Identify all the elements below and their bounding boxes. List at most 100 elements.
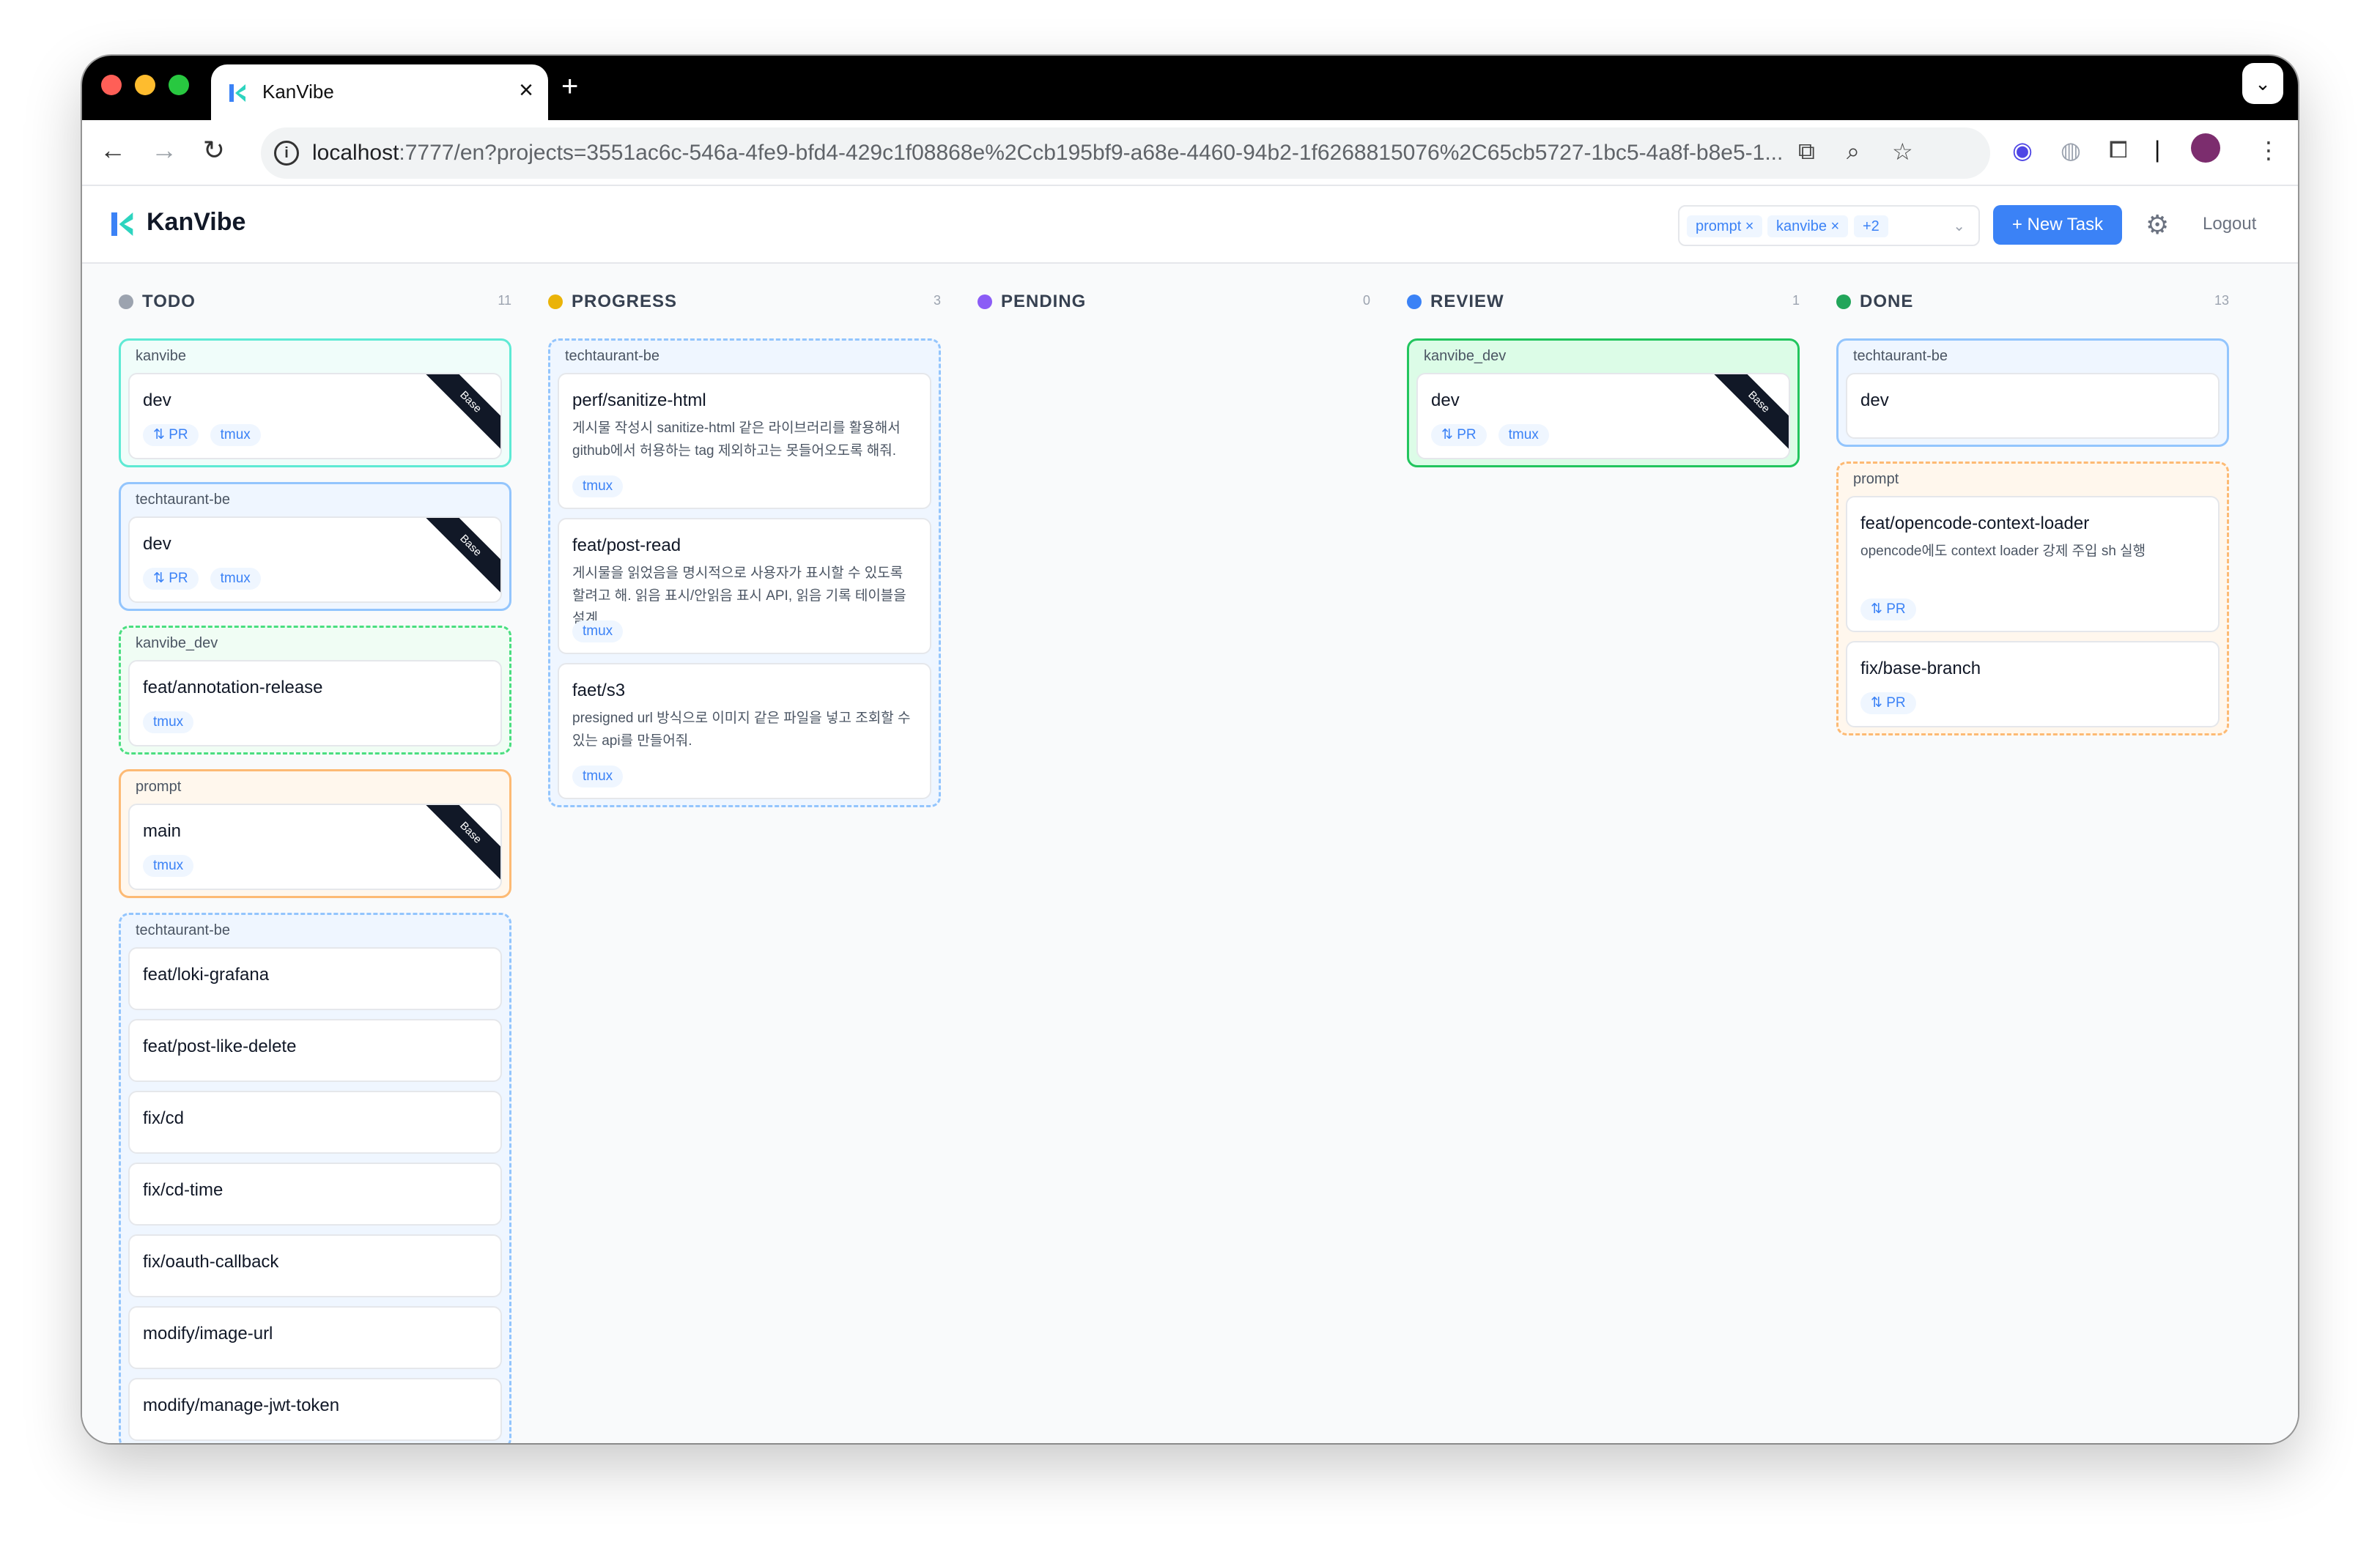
project-group-label: kanvibe_dev	[136, 635, 218, 651]
tmux-badge[interactable]: tmux	[143, 711, 194, 733]
git-pull-request-icon: ⇅	[1441, 427, 1457, 442]
task-card[interactable]: modify/image-url	[128, 1306, 502, 1369]
task-tags: tmux	[143, 711, 194, 733]
task-card[interactable]: dev ⇅ PR tmux Base	[1416, 373, 1790, 459]
gear-icon[interactable]: ⚙	[2146, 210, 2169, 240]
extension-globe-icon[interactable]: ◍	[2061, 136, 2081, 164]
browser-window: KanVibe × + ⌄ ← → ↻ i localhost:7777/en?…	[82, 56, 2298, 1443]
task-title: dev	[1431, 390, 1460, 410]
task-card[interactable]: feat/post-read 게시물을 읽었음을 명시적으로 사용자가 표시할 수…	[558, 518, 931, 654]
task-card[interactable]: dev ⇅ PR tmux Base	[128, 516, 502, 603]
filter-chip-kanvibe[interactable]: kanvibe ×	[1767, 215, 1849, 237]
tmux-badge[interactable]: tmux	[210, 568, 261, 590]
reload-icon[interactable]: ↻	[196, 135, 232, 166]
task-title: fix/cd-time	[143, 1180, 223, 1200]
task-title: modify/image-url	[143, 1324, 273, 1343]
column-header: DONE 13	[1836, 287, 2232, 316]
task-tags: ⇅ PR tmux	[143, 424, 261, 446]
address-bar[interactable]: i localhost:7777/en?projects=3551ac6c-54…	[261, 127, 1990, 179]
tag-label: tmux	[153, 714, 184, 730]
column-count: 13	[2214, 293, 2229, 308]
back-icon[interactable]: ←	[95, 135, 130, 166]
site-info-icon[interactable]: i	[274, 141, 299, 166]
zoom-icon[interactable]: ⌕	[1847, 138, 1860, 166]
kanvibe-app: KanVibe prompt × kanvibe × +2 ⌄ + New Ta…	[82, 186, 2298, 1443]
task-description: 게시물을 읽었음을 명시적으로 사용자가 표시할 수 있도록 할려고 해. 읽음…	[572, 566, 906, 626]
task-tags: tmux	[572, 620, 624, 642]
project-group: techtaurant-be dev	[1836, 338, 2229, 447]
column-done: DONE 13 techtaurant-be dev prompt feat/openco…	[1836, 264, 2232, 1443]
close-window-button[interactable]	[101, 75, 122, 95]
task-tags: ⇅ PR tmux	[1431, 424, 1549, 446]
tmux-badge[interactable]: tmux	[1498, 424, 1549, 446]
tmux-badge[interactable]: tmux	[572, 620, 624, 642]
git-pull-request-icon: ⇅	[153, 571, 169, 586]
maximize-window-button[interactable]	[169, 75, 189, 95]
task-card[interactable]: dev ⇅ PR tmux Base	[128, 373, 502, 459]
filter-chip-prompt[interactable]: prompt ×	[1687, 215, 1763, 237]
pr-badge[interactable]: ⇅ PR	[1860, 598, 1916, 620]
task-card[interactable]: fix/cd	[128, 1091, 502, 1154]
extensions-puzzle-icon[interactable]: ⧠	[2109, 136, 2128, 164]
task-description: 게시물 작성시 sanitize-html 같은 라이브러리를 활용해서 git…	[572, 420, 901, 459]
pr-badge[interactable]: ⇅ PR	[143, 568, 199, 590]
column-header: PROGRESS 3	[548, 287, 944, 316]
task-card[interactable]: feat/loki-grafana	[128, 947, 502, 1010]
chevron-down-icon[interactable]: ⌄	[1953, 217, 1965, 235]
forward-icon[interactable]: →	[147, 135, 182, 166]
pr-badge[interactable]: ⇅ PR	[143, 424, 199, 446]
tag-label: tmux	[220, 571, 251, 586]
task-card[interactable]: fix/cd-time	[128, 1163, 502, 1226]
task-tags: ⇅ PR	[1860, 692, 1916, 714]
tmux-badge[interactable]: tmux	[143, 855, 194, 877]
task-card[interactable]: feat/annotation-release tmux	[128, 660, 502, 746]
task-title: dev	[143, 534, 171, 554]
tab-title: KanVibe	[262, 81, 334, 103]
extension-eye-icon[interactable]: ◉	[2012, 136, 2033, 164]
task-card[interactable]: fix/oauth-callback	[128, 1234, 502, 1297]
project-group: kanvibe_dev feat/annotation-release tmux	[119, 626, 511, 755]
bookmark-star-icon[interactable]: ☆	[1892, 138, 1913, 166]
tag-label: PR	[169, 571, 188, 586]
close-tab-icon[interactable]: ×	[519, 76, 533, 105]
tab-search-chevron-icon[interactable]: ⌄	[2242, 63, 2283, 104]
browser-tab[interactable]: KanVibe ×	[211, 64, 548, 120]
task-card[interactable]: perf/sanitize-html 게시물 작성시 sanitize-html …	[558, 373, 931, 509]
tag-label: tmux	[153, 858, 184, 873]
pr-badge[interactable]: ⇅ PR	[1431, 424, 1487, 446]
task-tags: tmux	[572, 766, 624, 787]
tmux-badge[interactable]: tmux	[572, 475, 624, 497]
minimize-window-button[interactable]	[135, 75, 155, 95]
url-text[interactable]: localhost:7777/en?projects=3551ac6c-546a…	[312, 141, 1814, 166]
task-card[interactable]: main tmux Base	[128, 804, 502, 890]
column-pending: PENDING 0	[978, 264, 1373, 1443]
task-card[interactable]: fix/base-branch ⇅ PR	[1846, 641, 2220, 727]
task-card[interactable]: feat/post-like-delete	[128, 1019, 502, 1082]
project-group: kanvibe_dev dev ⇅ PR tmux Base	[1407, 338, 1800, 467]
task-description: opencode에도 context loader 강제 주입 sh 실행	[1860, 544, 2146, 559]
task-card[interactable]: feat/opencode-context-loader opencode에도 c…	[1846, 496, 2220, 632]
task-title: dev	[1860, 390, 1889, 410]
kanvibe-favicon-icon	[229, 84, 245, 102]
git-pull-request-icon: ⇅	[1871, 695, 1887, 711]
pr-badge[interactable]: ⇅ PR	[1860, 692, 1916, 714]
task-card[interactable]: faet/s3 presigned url 방식으로 이미지 같은 파일을 넣고 …	[558, 663, 931, 799]
browser-menu-icon[interactable]: ⋮	[2257, 136, 2280, 164]
column-title: REVIEW	[1430, 292, 1504, 311]
column-header: REVIEW 1	[1407, 287, 1803, 316]
translate-icon[interactable]: ⧉	[1798, 138, 1815, 166]
profile-avatar[interactable]	[2191, 133, 2220, 163]
new-tab-button[interactable]: +	[561, 70, 578, 103]
tmux-badge[interactable]: tmux	[572, 766, 624, 787]
filter-chip-more[interactable]: +2	[1854, 215, 1888, 237]
tmux-badge[interactable]: tmux	[210, 424, 261, 446]
logout-button[interactable]: Logout	[2203, 214, 2256, 234]
task-title: faet/s3	[572, 681, 626, 700]
task-title: fix/base-branch	[1860, 659, 1981, 678]
task-card[interactable]: dev	[1846, 373, 2220, 439]
task-card[interactable]: modify/manage-jwt-token	[128, 1378, 502, 1441]
base-ribbon: Base	[423, 805, 500, 881]
new-task-button[interactable]: + New Task	[1993, 205, 2122, 245]
project-group: techtaurant-be perf/sanitize-html 게시물 작성시 …	[548, 338, 941, 807]
project-filter-select[interactable]: prompt × kanvibe × +2 ⌄	[1678, 205, 1980, 246]
